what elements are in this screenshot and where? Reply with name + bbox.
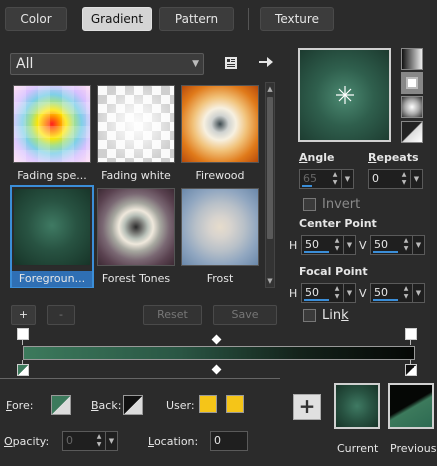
previous-label: Previous (390, 442, 437, 455)
center-v-value-bar (373, 251, 398, 253)
thumb-label: Frost (206, 272, 234, 285)
add-gradient-button[interactable]: + (11, 305, 36, 325)
gradient-thumb-forest-tones[interactable] (97, 188, 175, 266)
previous-gradient-preview[interactable] (388, 383, 434, 429)
library-icon[interactable] (222, 54, 240, 72)
angle-input[interactable]: 65 ▲ ▼ ▼ (299, 169, 354, 189)
focal-v-spinner-icon[interactable]: ▲ ▼ (401, 285, 411, 301)
angle-dropdown-icon[interactable]: ▼ (341, 170, 353, 188)
repeats-dropdown-icon[interactable]: ▼ (410, 170, 422, 188)
angle-spinner-icon[interactable]: ▲ ▼ (330, 171, 340, 187)
fore-swatch[interactable] (51, 395, 71, 415)
center-v-dropdown-icon[interactable]: ▼ (412, 236, 424, 254)
linear-style-icon[interactable] (401, 48, 423, 70)
opacity-input[interactable]: 0 ▲ ▼ ▼ (62, 431, 118, 451)
add-to-swatches-button[interactable]: + (293, 394, 321, 420)
chevron-down-icon: ▼ (192, 59, 199, 69)
opacity-dropdown-icon[interactable]: ▼ (105, 432, 117, 450)
rectangular-style-icon[interactable] (401, 72, 423, 94)
opacity-label: Opacity: (4, 435, 50, 448)
repeats-spinner-icon[interactable]: ▲ ▼ (399, 171, 409, 187)
thumb-label: Firewood (195, 169, 245, 182)
center-h-value-bar (304, 251, 329, 253)
angle-value-bar (302, 185, 312, 187)
category-value: All (16, 56, 34, 72)
focal-v-label: V (359, 287, 367, 300)
current-gradient-preview (334, 383, 380, 429)
back-swatch[interactable] (123, 395, 143, 415)
center-h-dropdown-icon[interactable]: ▼ (343, 236, 355, 254)
sunburst-icon[interactable] (335, 85, 355, 105)
user-swatch-1[interactable] (199, 395, 217, 413)
tab-gradient[interactable]: Gradient (82, 7, 152, 31)
invert-checkbox[interactable] (303, 198, 316, 211)
stop-connector (410, 340, 411, 345)
back-label: Back: (91, 399, 122, 412)
sunburst-style-icon[interactable] (401, 121, 423, 143)
tab-separator (248, 8, 249, 30)
focal-v-dropdown-icon[interactable]: ▼ (412, 284, 424, 302)
category-dropdown[interactable]: All ▼ (10, 53, 204, 75)
focal-h-value-bar (304, 299, 329, 301)
focal-h-label: H (289, 287, 298, 300)
user-swatch-2[interactable] (226, 395, 244, 413)
angle-label: Angle (299, 151, 335, 164)
gradient-strip[interactable] (23, 346, 415, 360)
remove-gradient-button[interactable]: - (47, 305, 75, 325)
gradient-thumb-fading-spectrum[interactable] (13, 85, 91, 163)
thumb-label: Forest Tones (101, 272, 171, 285)
gradient-thumb-fading-white[interactable] (97, 85, 175, 163)
color-stop-right[interactable] (405, 364, 417, 376)
center-v-label: V (359, 239, 367, 252)
tab-pattern[interactable]: Pattern (159, 7, 234, 31)
tab-texture[interactable]: Texture (260, 7, 334, 31)
thumbnail-scrollbar[interactable]: ▲ ▼ (265, 82, 275, 288)
scroll-down-icon[interactable]: ▼ (266, 276, 274, 286)
center-v-spinner-icon[interactable]: ▲ ▼ (401, 237, 411, 253)
link-label: Link (322, 308, 349, 323)
opacity-stop-left[interactable] (17, 328, 29, 340)
location-input[interactable]: 0 (210, 431, 248, 451)
center-v-input[interactable]: 50 ▲ ▼ ▼ (370, 235, 425, 255)
focal-point-label: Focal Point (299, 265, 368, 278)
repeats-label: Repeats (368, 151, 419, 164)
focal-v-value-bar (373, 299, 398, 301)
link-checkbox[interactable] (303, 309, 316, 322)
stop-connector (22, 340, 23, 345)
thumb-label: Foregroun... (12, 271, 92, 287)
focal-v-input[interactable]: 50 ▲ ▼ ▼ (370, 283, 425, 303)
reset-button[interactable]: Reset (143, 305, 202, 325)
gradient-thumb-firewood[interactable] (181, 85, 259, 163)
center-point-label: Center Point (299, 217, 377, 230)
scroll-up-icon[interactable]: ▲ (266, 84, 274, 94)
invert-label: Invert (322, 197, 361, 212)
center-h-spinner-icon[interactable]: ▲ ▼ (332, 237, 342, 253)
user-label: User: (166, 399, 195, 412)
thumb-label: Fading spe... (17, 169, 87, 182)
save-button[interactable]: Save (213, 305, 277, 325)
radial-style-icon[interactable] (401, 96, 423, 118)
fore-label: Fore: (6, 399, 34, 412)
thumb-label: Fading white (101, 169, 171, 182)
color-stop-left[interactable] (17, 364, 29, 376)
gradient-thumb-frost[interactable] (181, 188, 259, 266)
arrow-right-icon[interactable] (255, 53, 275, 71)
focal-h-dropdown-icon[interactable]: ▼ (343, 284, 355, 302)
focal-h-spinner-icon[interactable]: ▲ ▼ (332, 285, 342, 301)
opacity-midpoint[interactable] (211, 334, 222, 345)
center-h-label: H (289, 239, 298, 252)
focal-h-input[interactable]: 50 ▲ ▼ ▼ (301, 283, 356, 303)
opacity-stop-right[interactable] (405, 328, 417, 340)
divider (0, 378, 280, 379)
repeats-input[interactable]: 0 ▲ ▼ ▼ (368, 169, 423, 189)
color-midpoint[interactable] (211, 364, 222, 375)
opacity-spinner-icon[interactable]: ▲ ▼ (94, 433, 104, 449)
tab-color[interactable]: Color (5, 7, 67, 31)
scrollbar-thumb[interactable] (267, 97, 273, 239)
current-label: Current (337, 442, 379, 455)
gradient-preview (298, 48, 391, 142)
location-label: Location: (148, 435, 199, 448)
center-h-input[interactable]: 50 ▲ ▼ ▼ (301, 235, 356, 255)
gradient-thumb-foreground[interactable] (13, 188, 91, 266)
